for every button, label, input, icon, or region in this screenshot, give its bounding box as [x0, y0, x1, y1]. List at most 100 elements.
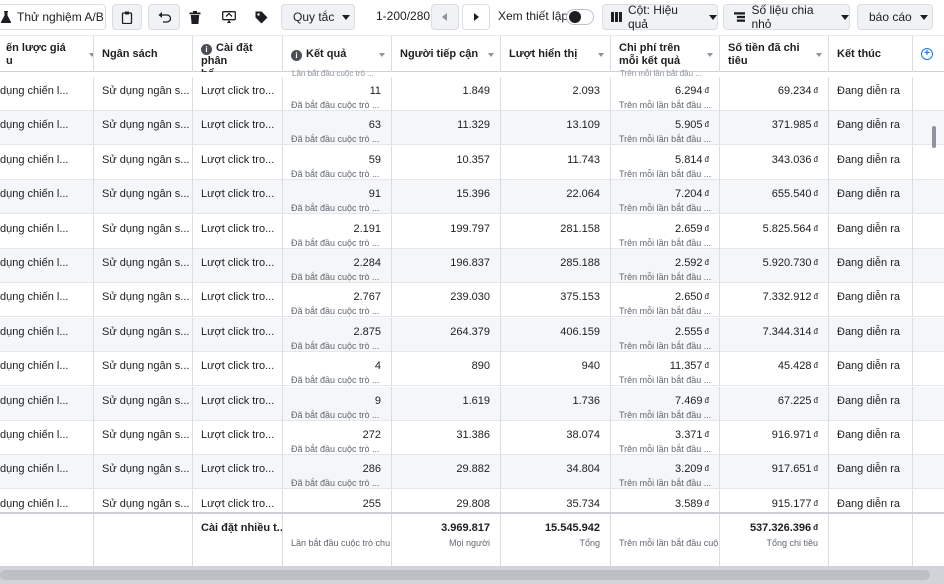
- impressions-cell-value: 2.093: [572, 85, 600, 97]
- attribution-cell[interactable]: Lượt click tro...: [193, 386, 283, 421]
- next-page-button[interactable]: [462, 4, 490, 30]
- attribution-cell[interactable]: Lượt click tro...: [193, 214, 283, 249]
- table-row[interactable]: dụng chiến l... Sử dụng ngân s... Lượt cli…: [0, 111, 944, 146]
- column-header-bid-strategy[interactable]: ến lược giá u: [0, 36, 94, 72]
- budget-cell[interactable]: Sử dụng ngân s...: [94, 283, 193, 318]
- chevron-down-icon: [919, 14, 928, 20]
- horizontal-scrollbar-thumb[interactable]: [0, 570, 930, 580]
- budget-cell[interactable]: Sử dụng ngân s...: [94, 386, 193, 421]
- attribution-cell[interactable]: Lượt click tro...: [193, 145, 283, 180]
- budget-cell[interactable]: Sử dụng ngân s...: [94, 214, 193, 249]
- attribution-cell[interactable]: Lượt click tro...: [193, 455, 283, 490]
- table-row[interactable]: dụng chiến l... Sử dụng ngân s... Lượt cli…: [0, 283, 944, 318]
- attribution-cell[interactable]: Lượt click tro...: [193, 317, 283, 352]
- column-header-impressions[interactable]: Lượt hiển thị: [501, 36, 611, 72]
- table-row[interactable]: dụng chiến l... Sử dụng ngân s... Lượt cli…: [0, 180, 944, 215]
- columns-dropdown[interactable]: Cột: Hiệu quả: [602, 3, 718, 31]
- budget-cell[interactable]: Sử dụng ngân s...: [94, 145, 193, 180]
- currency-symbol: đ: [704, 498, 709, 508]
- info-icon[interactable]: i: [291, 50, 302, 61]
- amount-spent-cell-text: 67.225: [777, 394, 812, 407]
- bid-strategy-cell[interactable]: dụng chiến l...: [0, 421, 94, 455]
- delete-button[interactable]: [180, 4, 210, 30]
- column-header-cost-per-result[interactable]: Chi phí trên mỗi kết quả: [611, 36, 720, 72]
- toggle-knob: [569, 11, 581, 23]
- total-impressions-sub: Tổng: [579, 538, 600, 548]
- table-row[interactable]: dụng chiến l... Sử dụng ngân s... Lượt cli…: [0, 145, 944, 180]
- table-row[interactable]: dụng chiến l... Sử dụng ngân s... Lượt cli…: [0, 77, 944, 111]
- amount-spent-cell: 7.332.912 đ: [720, 283, 829, 318]
- attribution-cell-value: Lượt click tro...: [201, 291, 274, 303]
- results-cell-subtext: Đã bắt đầu cuộc trò ...: [291, 306, 380, 317]
- attribution-cell[interactable]: Lượt click tro...: [193, 283, 283, 318]
- bid-strategy-cell[interactable]: dụng chiến l...: [0, 386, 94, 421]
- budget-cell[interactable]: Sử dụng ngân s...: [94, 180, 193, 215]
- table-row[interactable]: dụng chiến l... Sử dụng ngân s... Lượt cli…: [0, 421, 944, 455]
- bid-strategy-cell[interactable]: dụng chiến l...: [0, 111, 94, 146]
- undo-button[interactable]: [148, 4, 180, 30]
- ab-test-button[interactable]: Thử nghiệm A/B: [0, 4, 106, 30]
- budget-cell[interactable]: Sử dụng ngân s...: [94, 111, 193, 146]
- budget-cell[interactable]: Sử dụng ngân s...: [94, 77, 193, 111]
- export-button[interactable]: [214, 4, 244, 30]
- results-cell-value: 2.875: [353, 326, 381, 338]
- impressions-cell-value: 13.109: [566, 119, 600, 131]
- budget-cell[interactable]: Sử dụng ngân s...: [94, 455, 193, 490]
- table-row[interactable]: dụng chiến l... Sử dụng ngân s... Lượt cli…: [0, 352, 944, 387]
- bid-strategy-header-label-2: u: [6, 55, 13, 67]
- column-header-amount-spent[interactable]: Số tiền đã chi tiêu: [720, 36, 829, 72]
- attribution-cell[interactable]: Lượt click tro...: [193, 77, 283, 111]
- attribution-cell-text: Lượt click tro...: [201, 463, 275, 476]
- preview-toggle[interactable]: [566, 9, 594, 25]
- rules-dropdown[interactable]: Quy tắc: [281, 4, 355, 30]
- results-cell: 11 Đã bắt đầu cuộc trò ...: [283, 77, 392, 111]
- bid-strategy-cell[interactable]: dụng chiến l...: [0, 352, 94, 387]
- cost-per-result-cell: 7.204 đ Trên mỗi lần bắt đầu ...: [611, 180, 720, 215]
- column-header-ends[interactable]: Kết thúc: [829, 36, 913, 72]
- budget-cell[interactable]: Sử dụng ngân s...: [94, 317, 193, 352]
- table-row[interactable]: dụng chiến l... Sử dụng ngân s... Lượt cli…: [0, 214, 944, 249]
- table-row[interactable]: dụng chiến l... Sử dụng ngân s... Lượt cli…: [0, 249, 944, 283]
- bid-strategy-cell[interactable]: dụng chiến l...: [0, 145, 94, 180]
- tag-button[interactable]: [246, 4, 276, 30]
- reach-cell-text: 199.797: [450, 222, 490, 235]
- info-icon[interactable]: i: [201, 44, 212, 55]
- bid-strategy-cell[interactable]: dụng chiến l...: [0, 249, 94, 283]
- bid-strategy-cell[interactable]: dụng chiến l...: [0, 283, 94, 318]
- duplicate-button[interactable]: [112, 4, 142, 30]
- cost-per-result-cell-value: 11.357 đ: [670, 360, 709, 372]
- table-row[interactable]: dụng chiến l... Sử dụng ngân s... Lượt cli…: [0, 317, 944, 352]
- cost-per-result-cell-value: 6.294 đ: [675, 85, 709, 97]
- attribution-cell[interactable]: Lượt click tro...: [193, 111, 283, 146]
- amount-spent-cell-value: 915.177 đ: [772, 498, 818, 510]
- bid-strategy-cell[interactable]: dụng chiến l...: [0, 77, 94, 111]
- budget-cell[interactable]: Sử dụng ngân s...: [94, 421, 193, 455]
- impressions-cell: 13.109: [501, 111, 611, 146]
- budget-cell[interactable]: Sử dụng ngân s...: [94, 352, 193, 387]
- bid-strategy-cell[interactable]: dụng chiến l...: [0, 317, 94, 352]
- attribution-header-label-2: bổ: [201, 68, 274, 72]
- attribution-cell[interactable]: Lượt click tro...: [193, 249, 283, 283]
- attribution-cell[interactable]: Lượt click tro...: [193, 421, 283, 455]
- column-header-results[interactable]: i Kết quả: [283, 36, 392, 72]
- attribution-cell[interactable]: Lượt click tro...: [193, 352, 283, 387]
- cost-per-result-cell: 3.371 đ Trên mỗi lần bắt đầu ...: [611, 421, 720, 455]
- budget-cell[interactable]: Sử dụng ngân s...: [94, 249, 193, 283]
- column-header-reach[interactable]: Người tiếp cận: [392, 36, 501, 72]
- attribution-cell-text: Lượt click tro...: [201, 429, 275, 441]
- table-row[interactable]: dụng chiến l... Sử dụng ngân s... Lượt cli…: [0, 455, 944, 490]
- horizontal-scrollbar[interactable]: [0, 566, 944, 584]
- total-reach: 3.969.817: [441, 522, 490, 534]
- add-column-icon[interactable]: +: [921, 48, 933, 60]
- table-row[interactable]: dụng chiến l... Sử dụng ngân s... Lượt cli…: [0, 386, 944, 421]
- attribution-cell[interactable]: Lượt click tro...: [193, 180, 283, 215]
- bid-strategy-cell[interactable]: dụng chiến l...: [0, 455, 94, 490]
- breakdown-dropdown[interactable]: Số liệu chia nhỏ: [723, 3, 850, 31]
- column-header-budget[interactable]: Ngân sách: [94, 36, 193, 72]
- column-header-attribution[interactable]: iCài đặt phân bổ: [193, 36, 283, 72]
- vertical-scrollbar[interactable]: [932, 126, 936, 148]
- bid-strategy-cell[interactable]: dụng chiến l...: [0, 180, 94, 215]
- reports-dropdown[interactable]: báo cáo: [857, 4, 933, 30]
- bid-strategy-cell[interactable]: dụng chiến l...: [0, 214, 94, 249]
- prev-page-button[interactable]: [431, 4, 459, 30]
